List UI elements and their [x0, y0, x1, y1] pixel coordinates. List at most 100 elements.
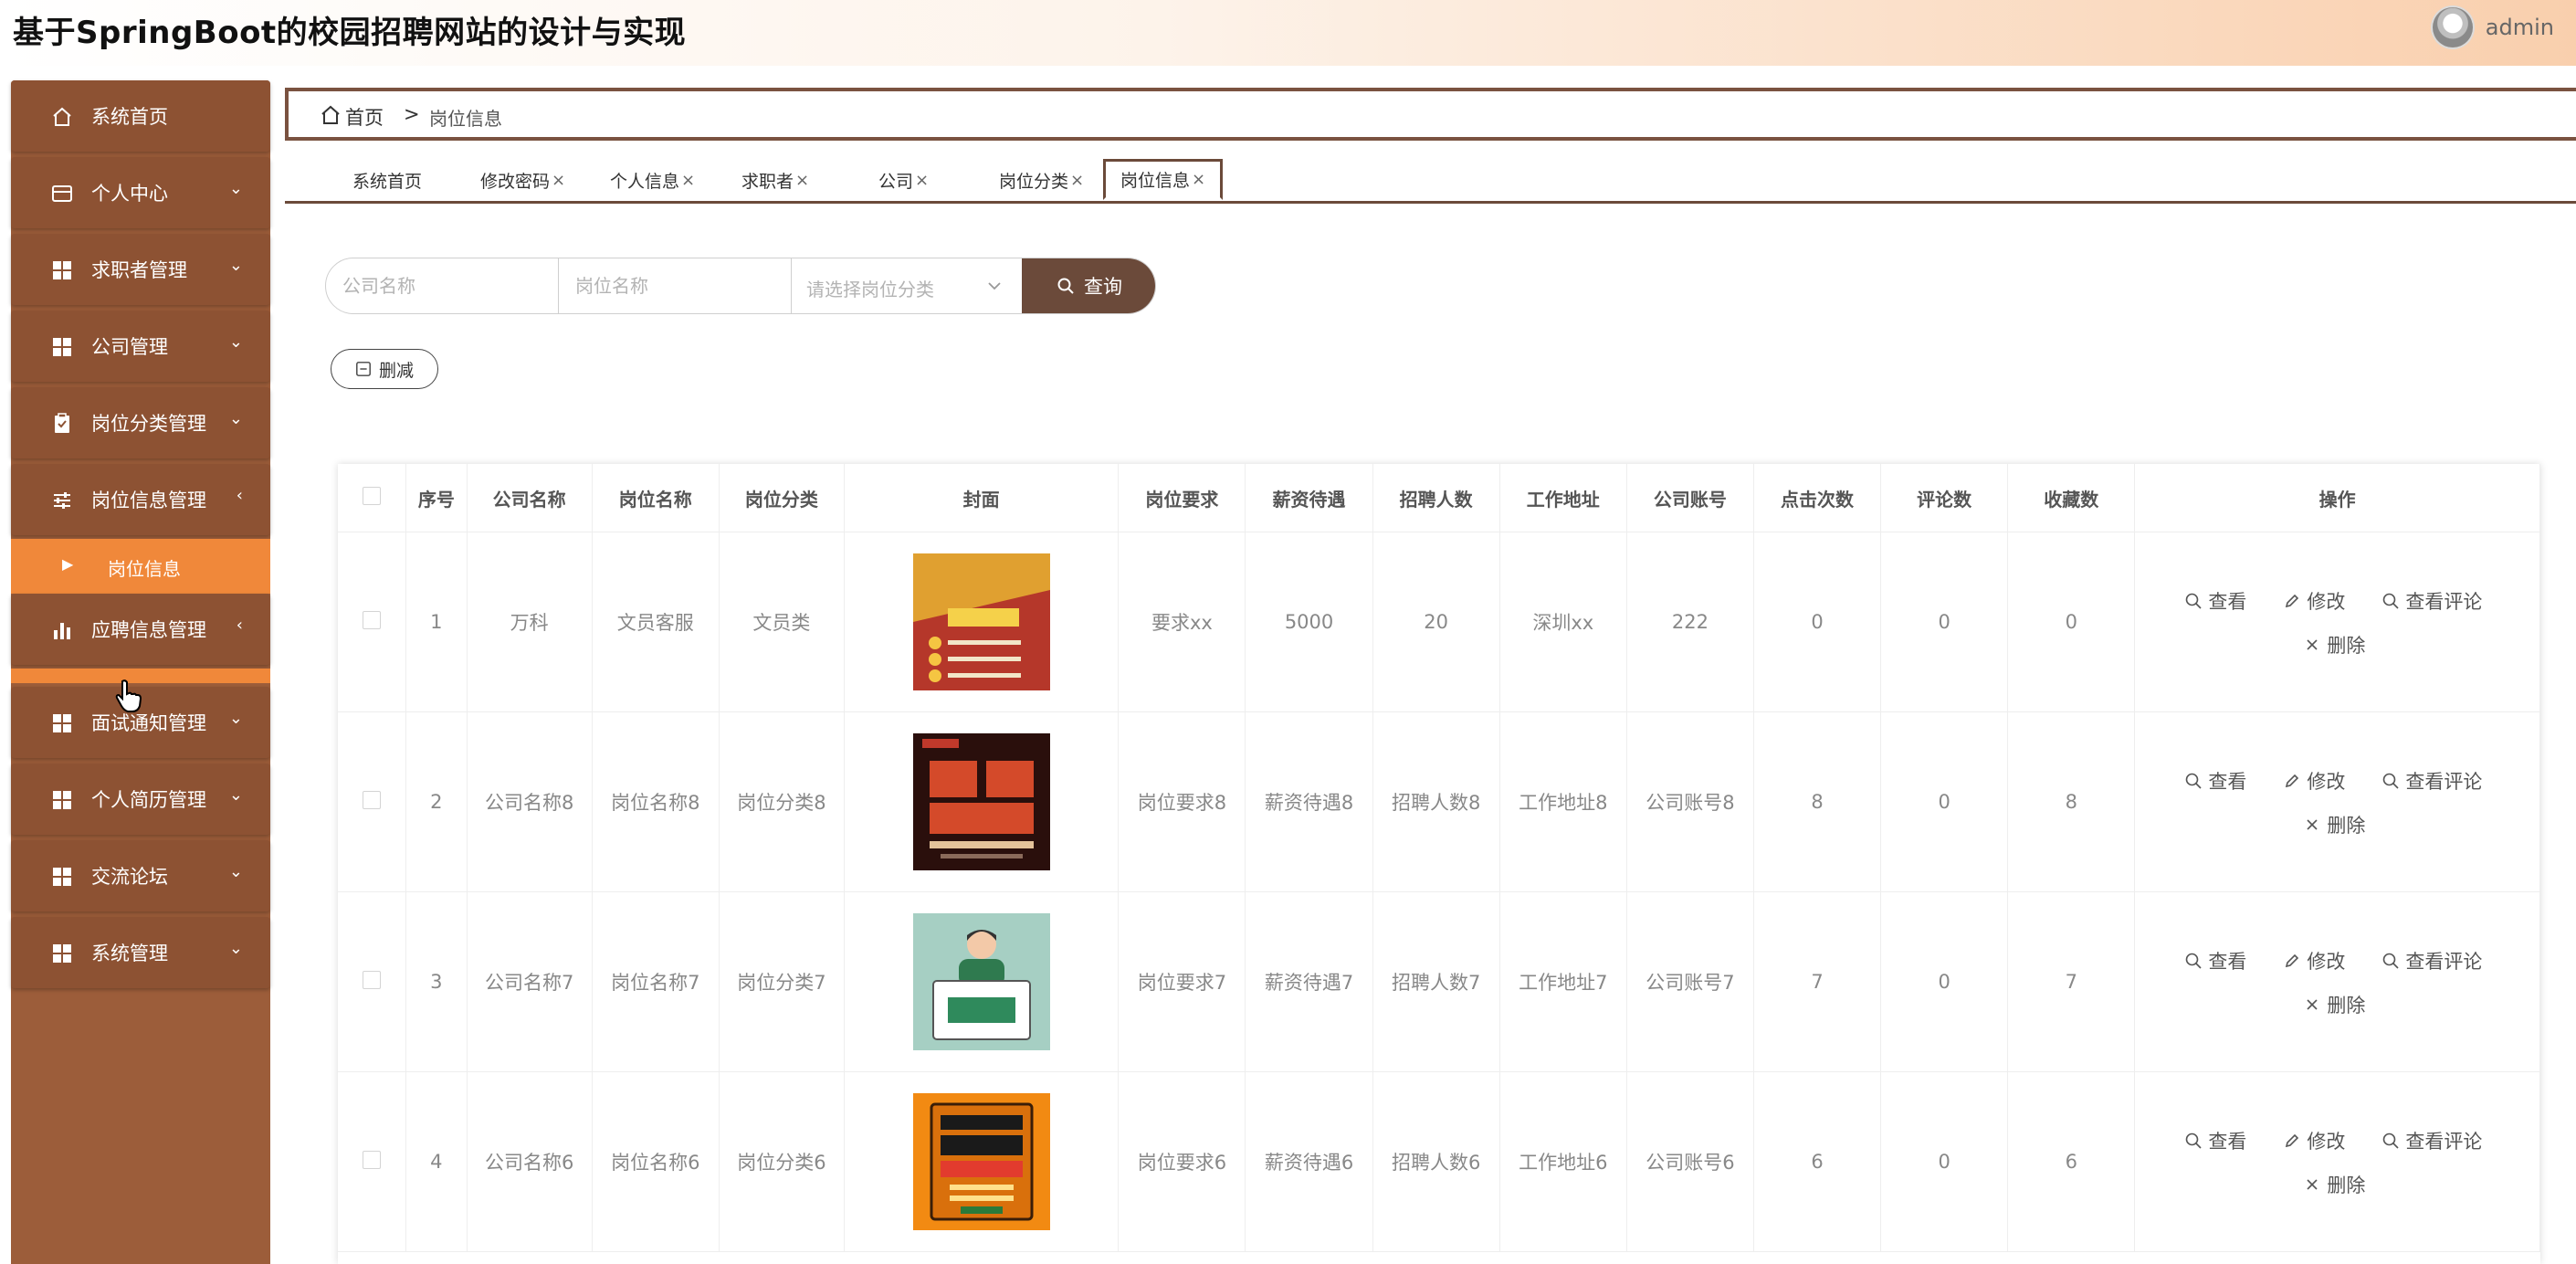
cover-image[interactable] — [912, 553, 1050, 690]
search-icon — [2383, 593, 2399, 609]
sidebar-item-application-info[interactable]: 应聘信息管理 ‹ — [11, 594, 270, 665]
delete-label: 删除 — [2327, 635, 2366, 657]
sidebar-item-label: 岗位分类管理 — [91, 413, 206, 435]
view-comments-button[interactable]: 查看评论 — [2381, 947, 2482, 974]
sidebar-item-system[interactable]: 系统管理 ⌄ — [11, 917, 270, 988]
view-button[interactable]: 查看 — [2184, 767, 2246, 795]
breadcrumb-separator: > — [404, 103, 420, 125]
username[interactable]: admin — [2486, 15, 2554, 40]
column-header: 岗位要求 — [1118, 464, 1246, 532]
delete-button[interactable]: 删除 — [2303, 1171, 2365, 1198]
sidebar-item-resume[interactable]: 个人简历管理 ⌄ — [11, 764, 270, 835]
close-icon[interactable]: × — [681, 171, 695, 190]
position-name-input[interactable] — [559, 258, 791, 313]
close-icon — [2307, 1179, 2318, 1190]
user-menu[interactable]: admin — [2432, 5, 2554, 49]
grid-icon — [53, 261, 71, 279]
delete-button[interactable]: 删除 — [2303, 991, 2365, 1018]
sidebar-item-company[interactable]: 公司管理 ⌄ — [11, 311, 270, 382]
tab-change-password[interactable]: 修改密码 × — [480, 161, 565, 199]
tab-personal-info[interactable]: 个人信息 × — [610, 161, 695, 199]
tab-home[interactable]: 系统首页 — [352, 161, 422, 199]
sidebar-item-forum[interactable]: 交流论坛 ⌄ — [11, 840, 270, 911]
cell-headcount: 招聘人数8 — [1372, 711, 1500, 892]
avatar[interactable] — [2432, 7, 2473, 47]
row-select-cell[interactable] — [338, 532, 407, 712]
view-comments-button[interactable]: 查看评论 — [2381, 767, 2482, 795]
batch-delete-button[interactable]: 删减 — [331, 349, 438, 389]
cell-requirement: 岗位要求6 — [1118, 1071, 1246, 1252]
sidebar-item-position-info[interactable]: 岗位信息管理 ‹ — [11, 464, 270, 535]
sidebar-subitem-position-info[interactable]: ▶ 岗位信息 — [11, 539, 270, 594]
close-icon — [2307, 999, 2318, 1010]
row-checkbox[interactable] — [363, 1150, 382, 1169]
view-comments-button[interactable]: 查看评论 — [2381, 1127, 2482, 1154]
company-name-input[interactable] — [326, 258, 558, 313]
breadcrumb: 首页 > 岗位信息 — [285, 88, 2576, 141]
cover-image[interactable] — [912, 1093, 1050, 1230]
select-all-cell[interactable] — [338, 464, 407, 532]
row-select-cell[interactable] — [338, 891, 407, 1072]
cell-cover — [844, 891, 1120, 1072]
table-row: 1 万科 文员客服 文员类 要求xx 5000 20 深圳xx 222 0 0 … — [338, 532, 2540, 712]
row-checkbox[interactable] — [363, 970, 382, 989]
cell-cover — [844, 711, 1120, 892]
cover-image[interactable] — [912, 733, 1050, 870]
close-icon[interactable]: × — [552, 171, 565, 190]
cell-company: 公司名称6 — [467, 1071, 593, 1252]
view-label: 查看 — [2208, 591, 2247, 613]
row-checkbox[interactable] — [363, 610, 382, 629]
cover-image[interactable] — [912, 913, 1050, 1050]
delete-button[interactable]: 删除 — [2303, 811, 2365, 838]
cell-category: 岗位分类7 — [719, 891, 845, 1072]
column-header: 点击次数 — [1753, 464, 1882, 532]
cell-address: 工作地址8 — [1499, 711, 1627, 892]
tab-jobseeker[interactable]: 求职者 × — [741, 161, 809, 199]
grid-icon — [53, 714, 71, 732]
row-select-cell[interactable] — [338, 711, 407, 892]
row-select-cell[interactable] — [338, 1071, 407, 1252]
position-category-select[interactable]: 请选择岗位分类 — [792, 258, 1022, 313]
sidebar-item-label: 应聘信息管理 — [91, 619, 206, 641]
table-row: 4 公司名称6 岗位名称6 岗位分类6 岗位要求6 薪资待遇6 招聘人数6 工作… — [338, 1071, 2540, 1252]
chevron-left-icon: ‹ — [236, 486, 243, 505]
cell-category: 岗位分类6 — [719, 1071, 845, 1252]
edit-button[interactable]: 修改 — [2283, 947, 2345, 974]
close-icon[interactable]: × — [795, 171, 809, 190]
close-icon[interactable]: × — [1070, 171, 1084, 190]
select-all-checkbox[interactable] — [363, 486, 382, 505]
delete-label: 删除 — [2327, 815, 2366, 837]
breadcrumb-home-link[interactable]: 首页 — [345, 103, 384, 131]
view-label: 查看 — [2208, 951, 2247, 973]
sidebar-subitem-label: 岗位信息 — [108, 558, 181, 580]
view-button[interactable]: 查看 — [2184, 947, 2246, 974]
sidebar-item-home[interactable]: 系统首页 — [11, 80, 270, 152]
chevron-down-icon: ⌄ — [228, 179, 243, 198]
view-button[interactable]: 查看 — [2184, 1127, 2246, 1154]
sidebar-item-jobseekers[interactable]: 求职者管理 ⌄ — [11, 234, 270, 305]
view-button[interactable]: 查看 — [2184, 587, 2246, 615]
edit-button[interactable]: 修改 — [2283, 1127, 2345, 1154]
cell-requirement: 要求xx — [1118, 532, 1246, 712]
home-icon[interactable] — [320, 104, 342, 126]
close-icon[interactable]: × — [1192, 170, 1205, 189]
cell-position: 岗位名称6 — [592, 1071, 720, 1252]
cell-favorites: 0 — [2007, 532, 2136, 712]
tab-position-info[interactable]: 岗位信息 × — [1103, 159, 1224, 200]
view-comments-button[interactable]: 查看评论 — [2381, 587, 2482, 615]
edit-button[interactable]: 修改 — [2283, 587, 2345, 615]
row-checkbox[interactable] — [363, 790, 382, 809]
delete-button[interactable]: 删除 — [2303, 631, 2365, 658]
tab-position-category[interactable]: 岗位分类 × — [999, 161, 1084, 199]
cell-account: 公司账号6 — [1626, 1071, 1754, 1252]
search-button[interactable]: 查询 — [1022, 258, 1155, 313]
cell-actions: 查看 修改 查看评论 删除 — [2134, 1071, 2540, 1252]
close-icon[interactable]: × — [915, 171, 929, 190]
table-row: 2 公司名称8 岗位名称8 岗位分类8 岗位要求8 薪资待遇8 招聘人数8 工作… — [338, 711, 2540, 892]
sidebar-item-position-category[interactable]: 岗位分类管理 ⌄ — [11, 387, 270, 458]
home-icon — [53, 107, 71, 126]
tab-company[interactable]: 公司 × — [878, 161, 929, 199]
edit-button[interactable]: 修改 — [2283, 767, 2345, 795]
sidebar-item-personal-center[interactable]: 个人中心 ⌄ — [11, 157, 270, 228]
cell-clicks: 8 — [1753, 711, 1882, 892]
